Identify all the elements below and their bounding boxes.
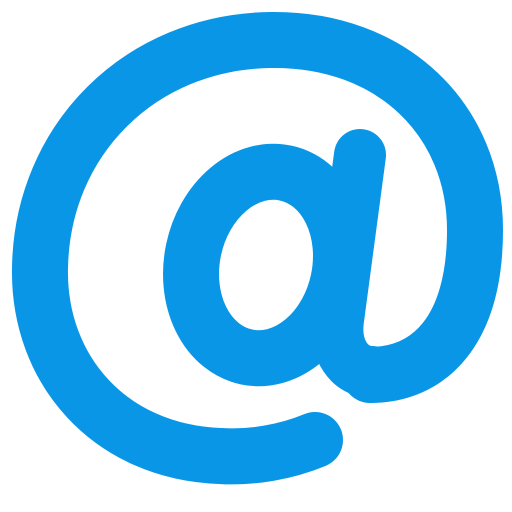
at-sign-stem <box>311 129 398 398</box>
at-sign-icon <box>11 11 503 485</box>
at-sign-outer-ring <box>11 11 503 485</box>
icon-canvas <box>0 0 512 512</box>
